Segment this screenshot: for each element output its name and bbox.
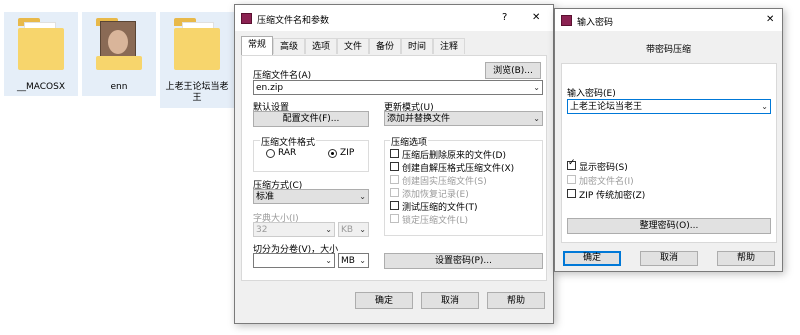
tab-options[interactable]: 选项 <box>305 38 337 54</box>
desktop-icon-label: __MACOSX <box>16 82 65 92</box>
password-cancel-button[interactable]: 取消 <box>640 251 698 266</box>
sfx-checkbox[interactable] <box>390 162 399 171</box>
split-unit-select[interactable]: MB ⌄ <box>338 253 369 268</box>
organize-passwords-button[interactable]: 整理密码(O)... <box>567 218 771 234</box>
tab-comment[interactable]: 注释 <box>433 38 465 54</box>
zip-legacy-checkbox[interactable] <box>567 189 576 198</box>
test-files-label: 测试压缩的文件(T) <box>402 203 478 213</box>
chevron-down-icon[interactable]: ⌄ <box>533 112 540 125</box>
tab-advanced[interactable]: 高级 <box>273 38 305 54</box>
archive-help-button[interactable]: 帮助 <box>487 292 545 309</box>
chevron-down-icon[interactable]: ⌄ <box>325 254 332 267</box>
archive-ok-button[interactable]: 确定 <box>355 292 413 309</box>
chevron-down-icon[interactable]: ⌄ <box>761 100 768 113</box>
password-panel: 输入密码(E) 上老王论坛当老王 ⌄ 显示密码(S) 加密文件名(I) ZIP … <box>561 63 777 243</box>
tab-general[interactable]: 常规 <box>241 36 273 55</box>
password-input[interactable]: 上老王论坛当老王 ⌄ <box>567 99 771 114</box>
options-group-label: 压缩选项 <box>390 135 429 148</box>
archive-cancel-button[interactable]: 取消 <box>421 292 479 309</box>
archive-name-field[interactable]: en.zip ⌄ <box>253 80 543 95</box>
format-group-label: 压缩文件格式 <box>260 135 317 148</box>
password-dialog-titlebar[interactable]: 输入密码 ✕ <box>555 9 782 31</box>
zip-legacy-label: ZIP 传统加密(Z) <box>579 191 646 201</box>
password-label: 输入密码(E) <box>567 89 616 99</box>
dict-unit-select[interactable]: KB ⌄ <box>338 222 369 237</box>
show-password-checkbox[interactable] <box>567 158 576 170</box>
password-dialog-title: 输入密码 <box>577 18 614 28</box>
encrypt-names-checkbox[interactable] <box>567 175 576 184</box>
method-value: 标准 <box>256 192 275 202</box>
close-icon[interactable]: ✕ <box>532 12 540 23</box>
archive-name-value: en.zip <box>256 83 284 93</box>
desktop-icon-enn[interactable]: enn <box>82 12 156 96</box>
desktop-icon-label: 上老王论坛当老王 <box>165 82 229 103</box>
lock-label: 锁定压缩文件(L) <box>402 216 469 226</box>
close-icon[interactable]: ✕ <box>766 14 774 25</box>
recovery-label: 添加恢复记录(E) <box>402 190 469 200</box>
dict-select[interactable]: 32 ⌄ <box>253 222 335 237</box>
general-panel: 压缩文件名(A) 浏览(B)... en.zip ⌄ 默认设置 配置文件(F).… <box>241 55 547 281</box>
password-subtitle: 带密码压缩 <box>645 45 691 55</box>
profiles-button[interactable]: 配置文件(F)... <box>253 111 369 127</box>
rar-radio[interactable] <box>266 149 275 158</box>
rar-label: RAR <box>278 148 297 158</box>
recovery-checkbox[interactable] <box>390 188 399 197</box>
split-unit-value: MB <box>341 256 355 266</box>
tab-time[interactable]: 时间 <box>401 38 433 54</box>
chevron-down-icon[interactable]: ⌄ <box>359 190 366 203</box>
password-value: 上老王论坛当老王 <box>570 102 643 112</box>
show-password-label: 显示密码(S) <box>579 163 628 173</box>
tab-files[interactable]: 文件 <box>337 38 369 54</box>
sfx-label: 创建自解压格式压缩文件(X) <box>402 164 515 174</box>
zip-radio[interactable] <box>328 149 337 158</box>
help-icon[interactable]: ? <box>502 12 507 23</box>
encrypt-names-label: 加密文件名(I) <box>579 177 634 187</box>
solid-label: 创建固实压缩文件(S) <box>402 177 487 187</box>
zip-label: ZIP <box>340 148 355 158</box>
solid-checkbox[interactable] <box>390 175 399 184</box>
folder-icon <box>18 18 64 70</box>
split-size-field[interactable]: ⌄ <box>253 253 335 268</box>
method-select[interactable]: 标准 ⌄ <box>253 189 369 204</box>
chevron-down-icon[interactable]: ⌄ <box>359 223 366 236</box>
archive-dialog: 压缩文件名和参数 ? ✕ 常规 高级 选项 文件 备份 时间 注释 压缩文件名(… <box>234 4 554 324</box>
password-help-button[interactable]: 帮助 <box>717 251 775 266</box>
folder-icon <box>174 18 220 70</box>
chevron-down-icon[interactable]: ⌄ <box>325 223 332 236</box>
delete-after-label: 压缩后删除原来的文件(D) <box>402 151 506 161</box>
test-files-checkbox[interactable] <box>390 201 399 210</box>
chevron-down-icon[interactable]: ⌄ <box>533 81 540 94</box>
update-mode-value: 添加并替换文件 <box>387 114 451 124</box>
archive-dialog-title: 压缩文件名和参数 <box>257 16 330 26</box>
dict-unit-value: KB <box>341 225 354 235</box>
set-password-button[interactable]: 设置密码(P)... <box>384 253 543 269</box>
password-dialog: 输入密码 ✕ 带密码压缩 输入密码(E) 上老王论坛当老王 ⌄ 显示密码(S) … <box>554 8 783 272</box>
desktop-icon-macosx[interactable]: __MACOSX <box>4 12 78 96</box>
tab-strip: 常规 高级 选项 文件 备份 时间 注释 <box>241 36 547 56</box>
dict-value: 32 <box>256 225 268 235</box>
update-mode-select[interactable]: 添加并替换文件 ⌄ <box>384 111 543 126</box>
browse-button[interactable]: 浏览(B)... <box>485 62 541 79</box>
tab-backup[interactable]: 备份 <box>369 38 401 54</box>
delete-after-checkbox[interactable] <box>390 149 399 158</box>
winrar-icon <box>561 15 572 26</box>
desktop-icon-folder[interactable]: 上老王论坛当老王 <box>160 12 234 108</box>
lock-checkbox[interactable] <box>390 214 399 223</box>
archive-dialog-titlebar[interactable]: 压缩文件名和参数 ? ✕ <box>235 5 553 31</box>
winrar-icon <box>241 13 252 24</box>
desktop-icon-label: enn <box>110 82 128 92</box>
password-ok-button[interactable]: 确定 <box>563 251 621 266</box>
chevron-down-icon[interactable]: ⌄ <box>359 254 366 267</box>
folder-icon <box>96 18 142 70</box>
